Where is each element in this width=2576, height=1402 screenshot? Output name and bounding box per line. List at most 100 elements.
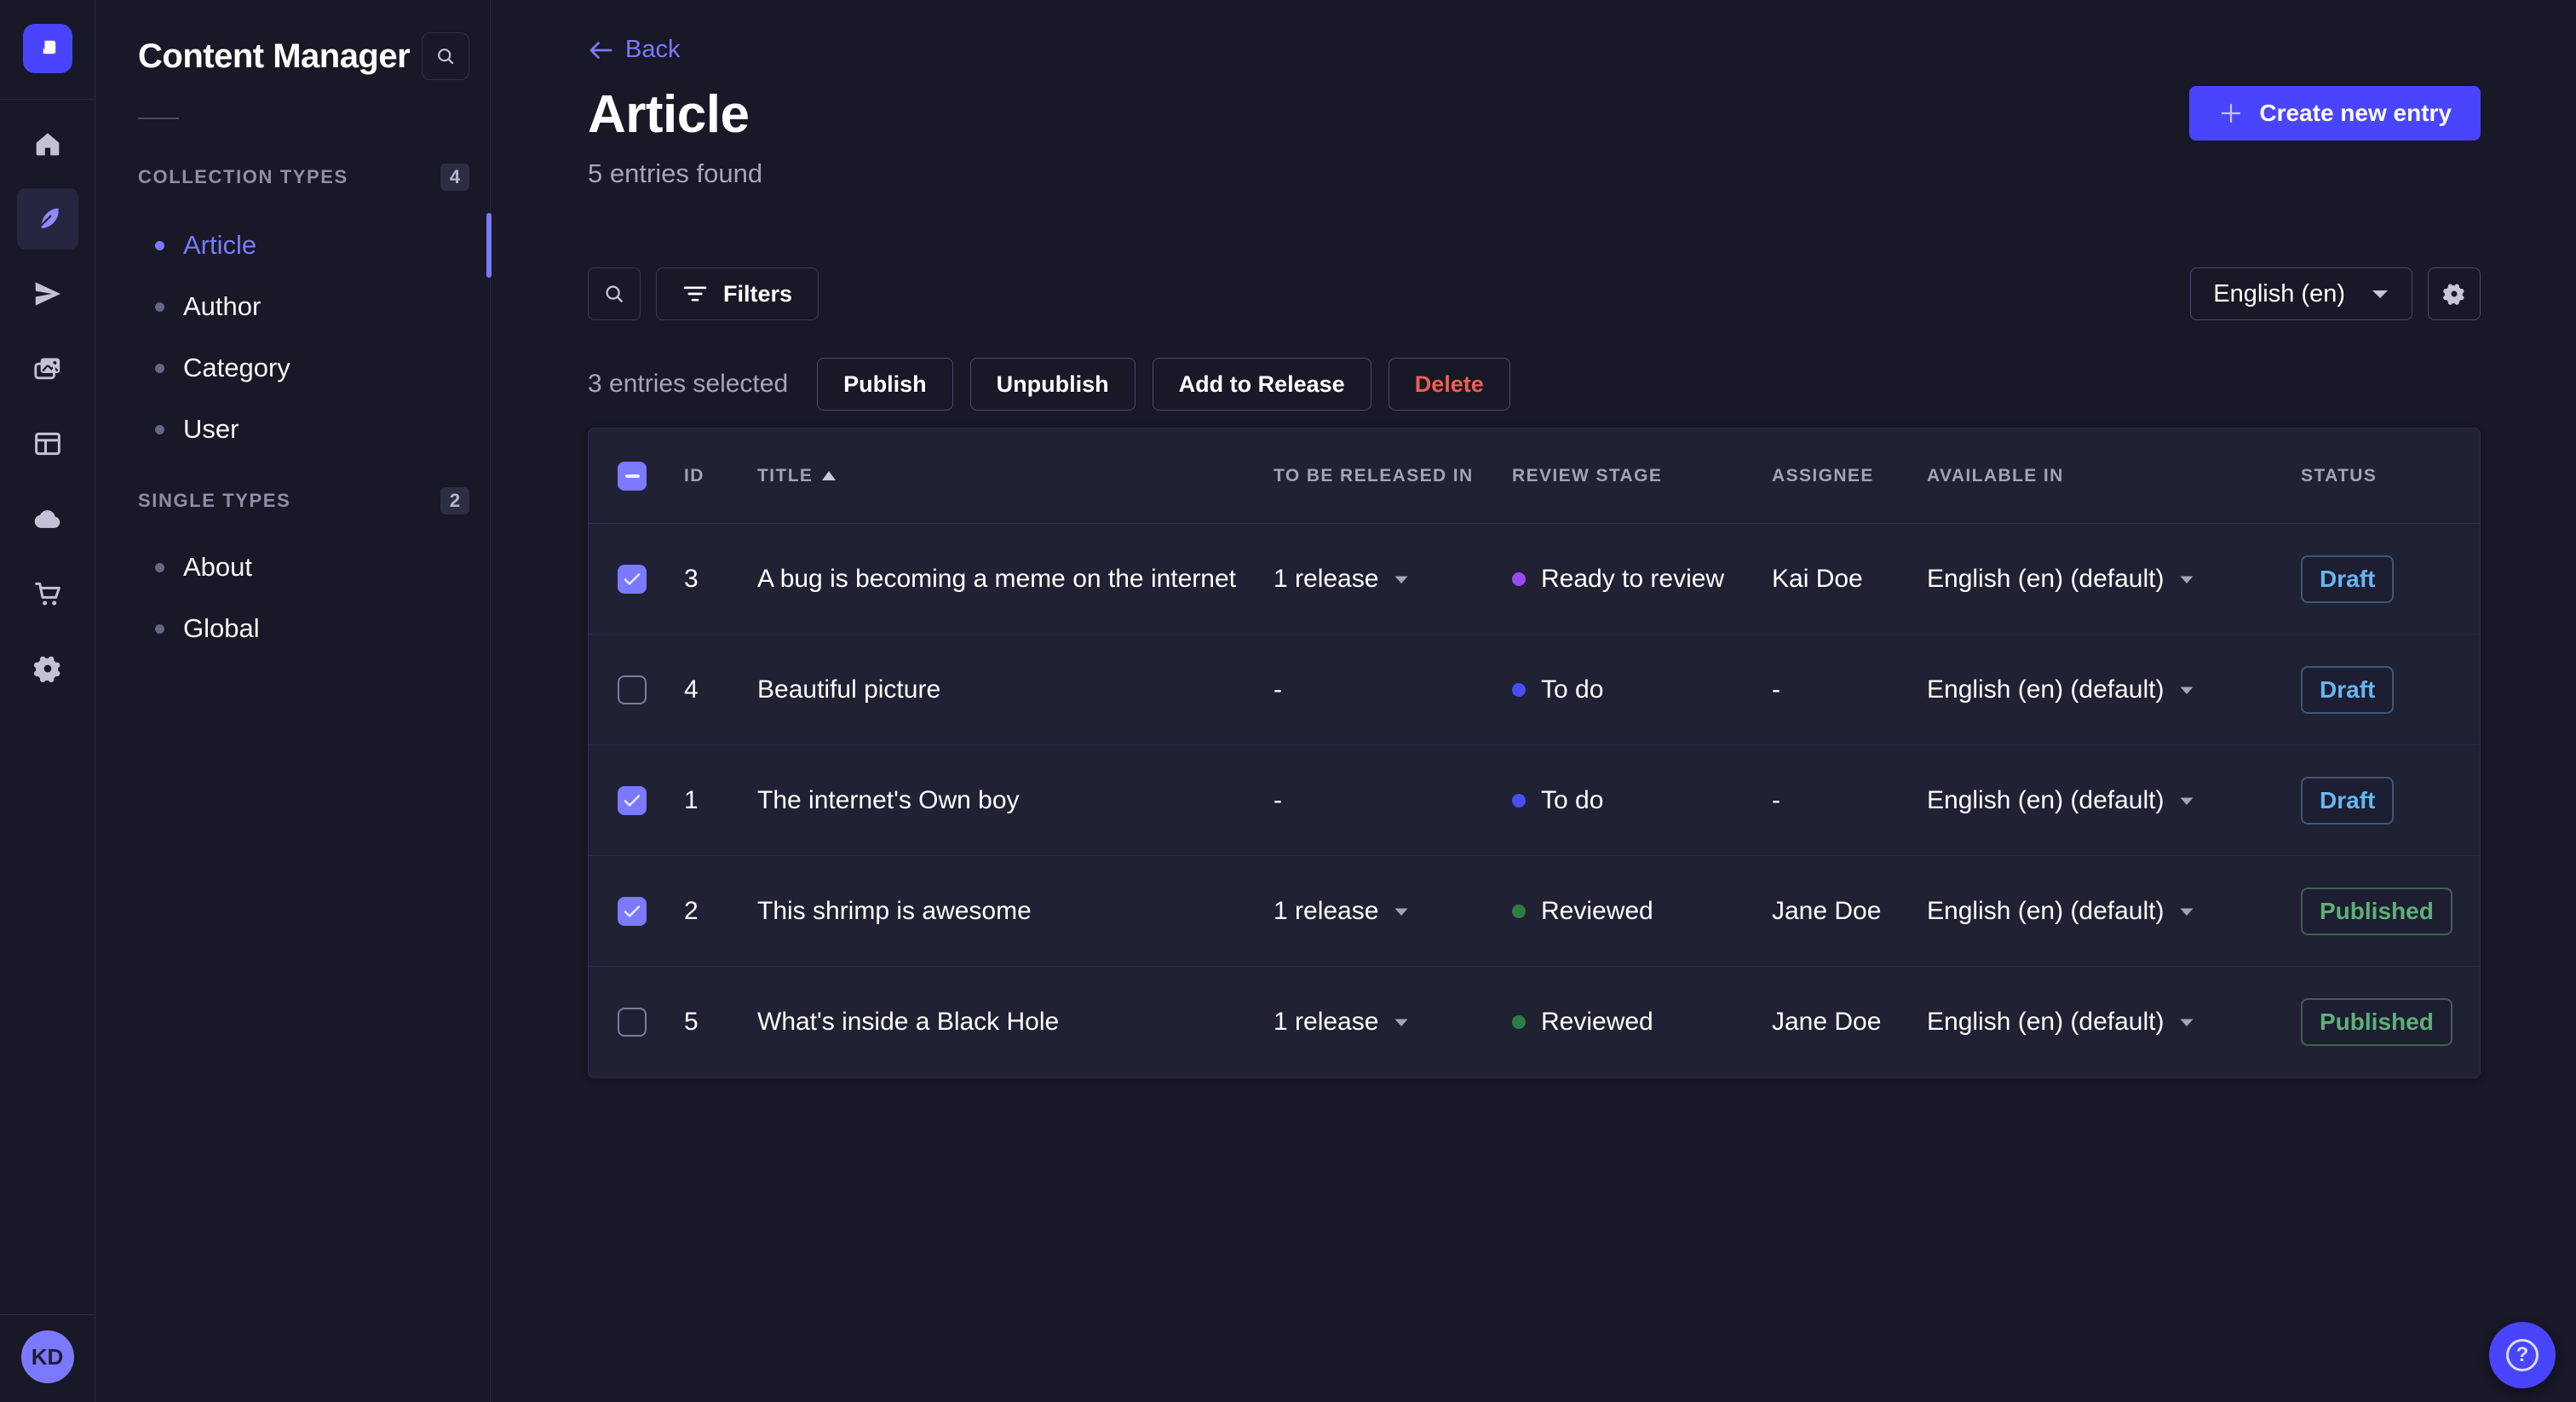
row-title: The internet's Own boy [757, 785, 1020, 814]
table-row[interactable]: 4 Beautiful picture - To do - English (e… [589, 635, 2480, 745]
row-checkbox[interactable] [618, 564, 647, 594]
row-id: 1 [684, 785, 699, 814]
back-link[interactable]: Back [588, 36, 680, 64]
check-icon [624, 572, 641, 585]
selection-count: 3 entries selected [588, 370, 789, 398]
sidebar-item-user[interactable]: User [138, 399, 469, 460]
unpublish-button[interactable]: Unpublish [969, 358, 1136, 411]
stage-dot-icon [1512, 682, 1526, 697]
add-to-release-button[interactable]: Add to Release [1152, 358, 1371, 411]
release-value: - [1274, 675, 1282, 704]
table-row[interactable]: 2 This shrimp is awesome 1 release Revie… [589, 856, 2480, 967]
column-title[interactable]: TITLE [757, 466, 1274, 486]
marketplace-icon[interactable] [17, 563, 78, 624]
user-avatar[interactable]: KD [20, 1330, 74, 1383]
entries-table: ID TITLE TO BE RELEASED IN REVIEW STAGE … [588, 428, 2481, 1078]
bullet-icon [155, 302, 164, 312]
column-id[interactable]: ID [684, 466, 757, 486]
release-dropdown[interactable]: 1 release [1274, 1008, 1512, 1037]
strapi-logo[interactable] [22, 24, 72, 73]
row-id: 5 [684, 1008, 699, 1036]
review-stage: Reviewed [1512, 1008, 1772, 1037]
single-types-count: 2 [440, 487, 469, 514]
sort-asc-icon [822, 471, 837, 480]
table-row[interactable]: 5 What's inside a Black Hole 1 release R… [589, 967, 2480, 1077]
list-search-button[interactable] [588, 267, 641, 320]
status-badge: Draft [2301, 554, 2395, 603]
media-library-icon[interactable] [17, 338, 78, 399]
stage-dot-icon [1512, 904, 1526, 918]
table-row[interactable]: 3 A bug is becoming a meme on the intern… [589, 524, 2480, 635]
table-header-row: ID TITLE TO BE RELEASED IN REVIEW STAGE … [589, 428, 2480, 524]
review-stage: To do [1512, 786, 1772, 815]
question-icon: ? [2506, 1339, 2539, 1371]
home-icon[interactable] [17, 113, 78, 175]
row-id: 3 [684, 564, 699, 593]
locale-dropdown[interactable]: English (en) (default) [1927, 786, 2301, 815]
rail-nav-items [16, 113, 78, 1314]
settings-icon[interactable] [17, 638, 78, 699]
sidebar-search-button[interactable] [422, 32, 469, 80]
sidebar-item-article[interactable]: Article [138, 215, 469, 276]
stage-dot-icon [1512, 793, 1526, 807]
status-badge: Published [2301, 887, 2452, 935]
search-icon [438, 49, 454, 65]
content-type-builder-icon[interactable] [17, 413, 78, 474]
chevron-down-icon [2180, 576, 2194, 583]
locale-dropdown[interactable]: English (en) (default) [1927, 1008, 2301, 1037]
stage-dot-icon [1512, 572, 1526, 586]
filters-button[interactable]: Filters [656, 267, 819, 320]
column-released: TO BE RELEASED IN [1274, 465, 1474, 486]
single-types-list: About Global [138, 537, 469, 659]
chevron-down-icon [2180, 908, 2194, 916]
row-id: 4 [684, 675, 699, 704]
sidebar-title: Content Manager [138, 37, 411, 75]
create-new-entry-button[interactable]: Create new entry [2189, 86, 2481, 141]
sidebar-item-author[interactable]: Author [138, 276, 469, 337]
chevron-down-icon [1394, 1019, 1408, 1026]
cloud-icon[interactable] [17, 488, 78, 549]
sidebar-item-about[interactable]: About [138, 537, 469, 598]
locale-select[interactable]: English (en) [2190, 267, 2412, 320]
gear-icon [2443, 284, 2464, 305]
search-icon [606, 285, 623, 302]
row-checkbox[interactable] [618, 785, 647, 815]
single-types-label: SINGLE TYPES [138, 490, 291, 511]
row-assignee: - [1772, 785, 1780, 814]
main-nav-rail: KD [0, 0, 95, 1402]
row-checkbox[interactable] [618, 896, 647, 926]
bullet-icon [155, 363, 164, 373]
arrow-left-icon [589, 41, 612, 59]
help-button[interactable]: ? [2489, 1322, 2556, 1388]
review-stage: To do [1512, 675, 1772, 704]
locale-dropdown[interactable]: English (en) (default) [1927, 565, 2301, 594]
collection-types-list: Article Author Category User [138, 215, 469, 460]
column-status: STATUS [2301, 465, 2378, 486]
check-icon [624, 794, 641, 807]
chevron-down-icon [2180, 797, 2194, 805]
select-all-checkbox[interactable] [618, 461, 647, 491]
delete-button[interactable]: Delete [1388, 358, 1510, 411]
row-title: What's inside a Black Hole [757, 1008, 1060, 1036]
release-dropdown[interactable]: 1 release [1274, 897, 1512, 926]
status-badge: Draft [2301, 665, 2395, 714]
sidebar-item-category[interactable]: Category [138, 337, 469, 399]
check-icon [624, 905, 641, 917]
strapi-logo-icon [43, 40, 55, 55]
table-row[interactable]: 1 The internet's Own boy - To do - Engli… [589, 745, 2480, 856]
row-checkbox[interactable] [618, 675, 647, 704]
stage-dot-icon [1512, 1015, 1526, 1029]
view-settings-button[interactable] [2428, 267, 2481, 320]
sidebar-item-global[interactable]: Global [138, 598, 469, 659]
locale-dropdown[interactable]: English (en) (default) [1927, 897, 2301, 926]
content-manager-icon[interactable] [16, 188, 78, 250]
publish-button[interactable]: Publish [817, 358, 953, 411]
locale-dropdown[interactable]: English (en) (default) [1927, 675, 2301, 704]
row-title: This shrimp is awesome [757, 896, 1032, 925]
release-dropdown[interactable]: 1 release [1274, 565, 1512, 594]
row-title: Beautiful picture [757, 675, 941, 704]
main-content: Back Article 5 entries found Create new … [491, 0, 2576, 1402]
row-checkbox[interactable] [618, 1008, 647, 1037]
releases-icon[interactable] [17, 263, 78, 325]
review-stage: Reviewed [1512, 897, 1772, 926]
